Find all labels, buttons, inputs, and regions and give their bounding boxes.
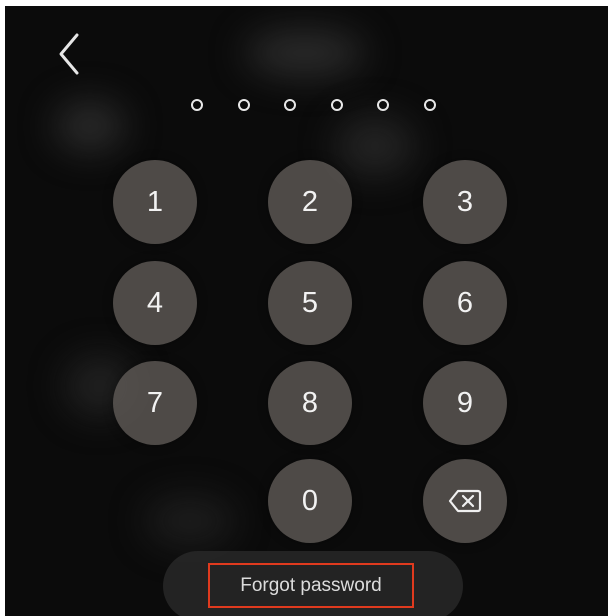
key-0[interactable]: 0 [268,459,352,543]
key-5[interactable]: 5 [268,261,352,345]
key-4[interactable]: 4 [113,261,197,345]
delete-button[interactable] [423,459,507,543]
pin-dot [330,99,343,111]
pin-indicator [191,94,436,116]
pin-dot [237,99,250,111]
forgot-password-button[interactable]: Forgot password [208,563,414,608]
pin-dot [191,99,203,111]
key-3[interactable]: 3 [423,160,507,244]
forgot-password-label: Forgot password [240,574,382,596]
pin-dot [377,99,390,111]
key-8[interactable]: 8 [268,361,352,445]
background-blur [335,116,415,176]
key-6[interactable]: 6 [423,261,507,345]
pin-dot [284,99,297,111]
chevron-left-icon [59,33,79,75]
background-blur [145,496,235,546]
key-9[interactable]: 9 [423,361,507,445]
pin-dot [423,99,436,111]
key-1[interactable]: 1 [113,160,197,244]
background-blur [245,30,365,76]
lock-screen: 1 2 3 4 5 6 7 8 9 0 Forgot password [5,6,608,616]
backspace-icon [448,489,482,513]
back-button[interactable] [51,28,87,80]
key-2[interactable]: 2 [268,160,352,244]
key-7[interactable]: 7 [113,361,197,445]
background-blur [55,101,125,151]
